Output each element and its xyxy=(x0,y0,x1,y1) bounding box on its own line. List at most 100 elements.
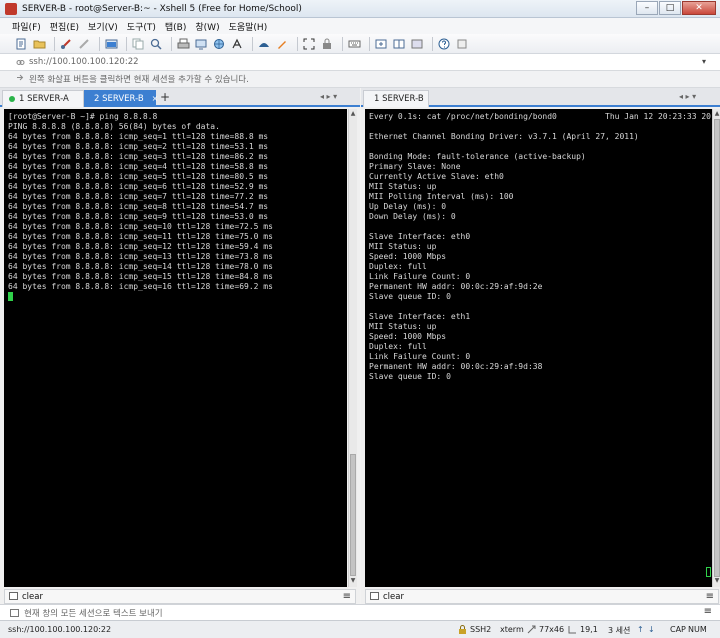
terminal-line: Slave queue ID: 0 xyxy=(369,372,451,381)
properties-icon[interactable] xyxy=(104,37,118,51)
terminal-line: Permanent HW addr: 00:0c:29:af:9d:2e xyxy=(369,282,543,291)
terminal-line: 64 bytes from 8.8.8.8: icmp_seq=14 ttl=1… xyxy=(8,262,273,271)
terminal-line: Speed: 1000 Mbps xyxy=(369,252,447,261)
minimize-button[interactable]: – xyxy=(636,1,658,15)
address-input[interactable]: ssh://100.100.100.120:22 xyxy=(29,57,139,67)
tab-server-b[interactable]: 1 SERVER-B xyxy=(363,90,429,107)
transparency-icon[interactable] xyxy=(410,37,424,51)
menu-help[interactable]: 도움말(H) xyxy=(229,20,268,33)
terminal-line: MII Status: up xyxy=(369,182,437,191)
right-quick-command-bar[interactable]: clear ≡ xyxy=(365,589,719,604)
terminal-line: Slave Interface: eth1 xyxy=(369,312,471,321)
terminal-output: Every 0.1s: cat /proc/net/bonding/bond0 … xyxy=(369,112,714,382)
toolbar-separator xyxy=(297,36,298,51)
right-terminal[interactable]: Every 0.1s: cat /proc/net/bonding/bond0 … xyxy=(365,109,714,587)
terminal-line: 64 bytes from 8.8.8.8: icmp_seq=2 ttl=12… xyxy=(8,142,269,151)
scroll-thumb[interactable] xyxy=(350,454,356,576)
terminal-line: MII Status: up xyxy=(369,322,437,331)
scroll-thumb[interactable] xyxy=(714,119,720,577)
scroll-down-icon[interactable]: ▼ xyxy=(349,577,357,585)
globe-icon[interactable] xyxy=(212,37,226,51)
close-button[interactable]: ✕ xyxy=(682,1,716,15)
status-address: ssh://100.100.100.120:22 xyxy=(8,625,112,634)
maximize-button[interactable]: □ xyxy=(659,1,681,15)
scroll-down-icon[interactable]: ▼ xyxy=(713,577,720,585)
terminal-line: Link Failure Count: 0 xyxy=(369,272,471,281)
address-dropdown-icon[interactable]: ▾ xyxy=(702,57,706,66)
fullscreen-icon[interactable] xyxy=(302,37,316,51)
tab-label: 1 SERVER-A xyxy=(19,94,69,104)
new-tab-icon[interactable] xyxy=(374,37,388,51)
left-terminal[interactable]: [root@Server-B ~]# ping 8.8.8.8 PING 8.8.… xyxy=(4,109,347,587)
terminal-line: 64 bytes from 8.8.8.8: icmp_seq=7 ttl=12… xyxy=(8,192,269,201)
scroll-up-icon[interactable]: ▲ xyxy=(349,110,357,118)
compose-bar[interactable]: 현재 창의 모든 세션으로 텍스트 보내기 ≡ xyxy=(0,604,720,620)
quick-command-menu-icon[interactable]: ≡ xyxy=(706,591,714,602)
status-session-count: 3 세션 xyxy=(608,626,631,635)
disconnect-icon[interactable] xyxy=(77,37,91,51)
add-tab-button[interactable]: + xyxy=(157,90,173,106)
open-folder-icon[interactable] xyxy=(32,37,46,51)
new-session-icon[interactable] xyxy=(14,37,28,51)
right-vertical-scrollbar[interactable]: ▲ ▼ xyxy=(712,109,720,587)
left-tab-strip: 1 SERVER-A 2 SERVER-B × + ◂ ▸ ▾ xyxy=(0,88,360,107)
terminal-line: MII Status: up xyxy=(369,242,437,251)
menu-tab[interactable]: 탭(B) xyxy=(165,20,186,33)
terminal-line: Bonding Mode: fault-tolerance (active-ba… xyxy=(369,152,586,161)
terminal-line: 64 bytes from 8.8.8.8: icmp_seq=5 ttl=12… xyxy=(8,172,269,181)
terminal-line: Every 0.1s: cat /proc/net/bonding/bond0 … xyxy=(369,112,714,121)
menu-window[interactable]: 창(W) xyxy=(195,20,219,33)
bookmark-arrow-icon[interactable] xyxy=(16,73,25,85)
reconnect-icon[interactable] xyxy=(59,37,73,51)
terminal-line: 64 bytes from 8.8.8.8: icmp_seq=3 ttl=12… xyxy=(8,152,269,161)
keyboard-icon[interactable] xyxy=(347,37,361,51)
terminal-line: 64 bytes from 8.8.8.8: icmp_seq=10 ttl=1… xyxy=(8,222,273,231)
toolbar-separator xyxy=(432,36,433,51)
print-icon[interactable] xyxy=(176,37,190,51)
terminal-line: PING 8.8.8.8 (8.8.8.8) 56(84) bytes of d… xyxy=(8,122,220,131)
layout-icon[interactable] xyxy=(392,37,406,51)
xftp-icon[interactable] xyxy=(257,37,271,51)
options-icon[interactable] xyxy=(455,37,469,51)
tab-server-b-active[interactable]: 2 SERVER-B × xyxy=(84,90,158,107)
hint-text: 왼쪽 화살표 버튼을 클릭하면 현재 세션을 추가할 수 있습니다. xyxy=(29,75,249,85)
copy-icon[interactable] xyxy=(131,37,145,51)
lock-icon[interactable] xyxy=(320,37,334,51)
toolbar xyxy=(0,34,720,54)
menu-tools[interactable]: 도구(T) xyxy=(127,20,156,33)
toolbar-separator xyxy=(252,36,253,51)
left-session-pane: 1 SERVER-A 2 SERVER-B × + ◂ ▸ ▾ [root@Se… xyxy=(0,88,360,604)
status-bar: ssh://100.100.100.120:22 SSH2 xterm 77x4… xyxy=(0,620,720,638)
font-icon[interactable] xyxy=(230,37,244,51)
toolbar-separator xyxy=(99,36,100,51)
left-vertical-scrollbar[interactable]: ▲ ▼ xyxy=(348,109,357,587)
status-terminal-type: xterm xyxy=(500,625,524,634)
transfer-icon[interactable] xyxy=(194,37,208,51)
menu-bar: 파일(F) 편집(E) 보기(V) 도구(T) 탭(B) 창(W) 도움말(H) xyxy=(0,18,720,34)
compose-input[interactable]: 현재 창의 모든 세션으로 텍스트 보내기 xyxy=(24,607,163,619)
quick-command-clear-button[interactable]: clear xyxy=(22,592,43,602)
compose-icon[interactable] xyxy=(275,37,289,51)
menu-file[interactable]: 파일(F) xyxy=(12,20,41,33)
left-quick-command-bar[interactable]: clear ≡ xyxy=(4,589,356,604)
menu-edit[interactable]: 편집(E) xyxy=(50,20,79,33)
upload-arrow-icon: ↑ xyxy=(637,625,644,634)
window-title: SERVER-B - root@Server-B:~ - Xshell 5 (F… xyxy=(22,3,302,14)
tab-server-a[interactable]: 1 SERVER-A xyxy=(2,90,84,107)
quick-command-clear-button[interactable]: clear xyxy=(383,592,404,602)
scroll-up-icon[interactable]: ▲ xyxy=(713,110,720,118)
tab-nav-arrows[interactable]: ◂ ▸ ▾ xyxy=(679,92,696,101)
terminal-line: Link Failure Count: 0 xyxy=(369,352,471,361)
compose-menu-icon[interactable]: ≡ xyxy=(704,606,712,617)
quick-command-menu-icon[interactable]: ≡ xyxy=(343,591,351,602)
hint-bar: 왼쪽 화살표 버튼을 클릭하면 현재 세션을 추가할 수 있습니다. xyxy=(0,71,720,88)
quick-command-icon xyxy=(370,591,379,602)
find-icon[interactable] xyxy=(149,37,163,51)
tab-nav-arrows[interactable]: ◂ ▸ ▾ xyxy=(320,92,337,101)
terminal-line: Primary Slave: None xyxy=(369,162,461,171)
help-icon[interactable] xyxy=(437,37,451,51)
terminal-line: Permanent HW addr: 00:0c:29:af:9d:38 xyxy=(369,362,543,371)
menu-view[interactable]: 보기(V) xyxy=(88,20,118,33)
